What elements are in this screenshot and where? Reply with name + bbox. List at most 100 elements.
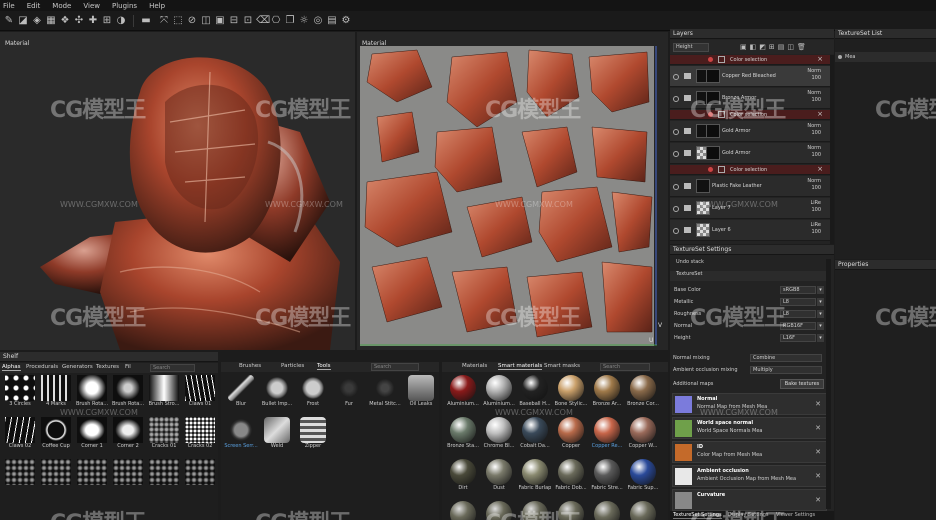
visibility-eye-icon[interactable] <box>673 151 679 157</box>
alpha-item[interactable] <box>109 459 147 491</box>
smudge-icon[interactable]: ❖ <box>59 14 71 27</box>
layer-row[interactable]: Layer 6 LiRe 100 <box>670 220 831 241</box>
add-mask-icon[interactable]: ▣ <box>740 43 750 51</box>
channel-dropdown[interactable]: Height <box>673 43 709 52</box>
format-select[interactable]: L8 <box>780 310 816 318</box>
alpha-item[interactable] <box>37 459 75 491</box>
add-folder-icon[interactable]: ▤ <box>778 43 788 51</box>
menu-view[interactable]: View <box>83 2 100 10</box>
add-layer-icon[interactable]: ⊞ <box>769 43 778 51</box>
bulb-icon[interactable]: ☼ <box>298 14 310 27</box>
format-select[interactable]: L16F <box>780 334 816 342</box>
material-item[interactable]: Bronze Ar... <box>588 374 626 407</box>
menu-edit[interactable]: Edit <box>27 2 41 10</box>
material-item[interactable]: Baseball H... <box>516 374 554 407</box>
eraser-tool-icon[interactable]: ⌫ <box>256 14 270 27</box>
material-picker-icon[interactable]: ⊞ <box>101 14 113 27</box>
alpha-item[interactable]: Coffee Cup <box>37 417 75 449</box>
polygon-fill-icon[interactable]: ⊟ <box>228 14 240 27</box>
viewport-3d[interactable]: Material <box>0 32 355 350</box>
remove-map-icon[interactable]: ✕ <box>815 400 821 408</box>
visibility-eye-icon[interactable] <box>673 184 679 190</box>
duplicate-icon[interactable]: ◫ <box>787 43 797 51</box>
material-item[interactable]: Chrome Bl... <box>480 416 518 449</box>
tool-item[interactable]: Bullet Imp... <box>258 374 296 407</box>
visibility-eye-icon[interactable] <box>673 228 679 234</box>
visibility-eye-icon[interactable] <box>673 129 679 135</box>
layer-mask-row[interactable]: Color selection × <box>670 55 831 65</box>
format-select[interactable]: RGB16F <box>780 322 816 330</box>
settings-icon[interactable]: ⚙ <box>340 14 352 27</box>
textureset-item[interactable]: Mea <box>835 52 936 62</box>
alpha-item[interactable] <box>73 459 111 491</box>
material-item[interactable]: Aluminium... <box>444 374 482 407</box>
ao-mixing-select[interactable]: Multiply <box>750 366 822 374</box>
tool-item[interactable]: Frost <box>294 374 332 407</box>
material-item[interactable] <box>552 500 590 520</box>
alpha-item[interactable] <box>1 459 39 491</box>
remove-mask-icon[interactable]: × <box>817 55 823 63</box>
remove-map-icon[interactable]: ✕ <box>815 424 821 432</box>
alpha-item[interactable]: Corner 1 <box>73 417 111 449</box>
material-item[interactable]: Bronze Sta... <box>444 416 482 449</box>
camera-icon[interactable]: ◫ <box>200 14 212 27</box>
layer-row[interactable]: Layer 7 LiRe 100 <box>670 198 831 219</box>
map-item[interactable]: ID Color Map from Mesh Mea ✕ <box>672 441 827 463</box>
layer-row[interactable]: Gold Armor Norm 100 <box>670 143 831 164</box>
remove-mask-icon[interactable]: × <box>817 165 823 173</box>
material-item[interactable]: Aluminium... <box>480 374 518 407</box>
tools-search-input[interactable]: Search <box>371 363 419 371</box>
format-dropdown-icon[interactable]: ▾ <box>817 322 824 330</box>
material-item[interactable]: Bronze Cor... <box>624 374 662 407</box>
alpha-item[interactable]: Corner 2 <box>109 417 147 449</box>
tab-filters[interactable]: Fil <box>125 364 131 370</box>
remove-map-icon[interactable]: ✕ <box>815 472 821 480</box>
layer-blend[interactable]: LiRe 100 <box>810 222 821 236</box>
alpha-item[interactable]: Cracks 01 <box>145 417 183 449</box>
tool-item[interactable]: Screen Serr... <box>222 416 260 449</box>
tool-item[interactable]: Fur <box>330 374 368 407</box>
tool-item[interactable]: Zipper <box>294 416 332 449</box>
format-dropdown-icon[interactable]: ▾ <box>817 286 824 294</box>
map-item[interactable]: Ambient occlusion Ambient Occlusion Map f… <box>672 465 827 487</box>
add-fill-layer-icon[interactable]: ◩ <box>759 43 769 51</box>
lasso-icon[interactable]: ⊘ <box>186 14 198 27</box>
material-item[interactable]: Cobalt Da... <box>516 416 554 449</box>
tool-item[interactable]: Blur <box>222 374 260 407</box>
tab-generators[interactable]: Generators <box>62 364 93 370</box>
normal-mixing-select[interactable]: Combine <box>750 354 822 362</box>
visibility-eye-icon[interactable] <box>673 206 679 212</box>
stamp-icon[interactable]: ⎔ <box>270 14 282 27</box>
material-item[interactable]: Dirt <box>444 458 482 491</box>
delete-layer-icon[interactable]: 🗑 <box>797 43 809 51</box>
remove-map-icon[interactable]: ✕ <box>815 448 821 456</box>
alpha-item[interactable]: Brush Rota... <box>109 375 147 407</box>
add-effect-icon[interactable]: ◧ <box>750 43 760 51</box>
material-item[interactable]: Dust <box>480 458 518 491</box>
material-item[interactable] <box>516 500 554 520</box>
layer-blend[interactable]: Norm 100 <box>807 178 821 192</box>
material-item[interactable]: Copper Re... <box>588 416 626 449</box>
material-item[interactable]: Bone Stylic... <box>552 374 590 407</box>
alpha-item[interactable]: Brush Stro... <box>145 375 183 407</box>
paint-brush-icon[interactable]: ✎ <box>3 14 15 27</box>
format-dropdown-icon[interactable]: ▾ <box>817 310 824 318</box>
material-item[interactable]: Fabric Dob... <box>552 458 590 491</box>
textureset-row[interactable]: TextureSet <box>670 271 831 281</box>
tab-procedurals[interactable]: Procedurals <box>26 364 58 370</box>
geometry-mask-icon[interactable]: ▦ <box>45 14 57 27</box>
menu-plugins[interactable]: Plugins <box>112 2 137 10</box>
tab-textures[interactable]: Textures <box>96 364 119 370</box>
remove-map-icon[interactable]: ✕ <box>815 496 821 504</box>
tool-item[interactable]: Oil Leaks <box>402 374 440 407</box>
camera-view-icon[interactable]: ◎ <box>312 14 324 27</box>
layer-row[interactable]: Gold Armor Norm 100 <box>670 121 831 142</box>
map-item[interactable]: World space normal World Space Normals Me… <box>672 417 827 439</box>
tool-item[interactable]: Weld <box>258 416 296 449</box>
symmetry-icon[interactable]: ◑ <box>115 14 127 27</box>
viewport-2d[interactable]: Material V U <box>357 32 668 350</box>
layers-scrollbar[interactable] <box>830 55 834 244</box>
tab-smart-materials[interactable]: Smart materials <box>498 363 543 370</box>
material-item[interactable] <box>624 500 662 520</box>
tab-materials[interactable]: Materials <box>462 363 487 369</box>
